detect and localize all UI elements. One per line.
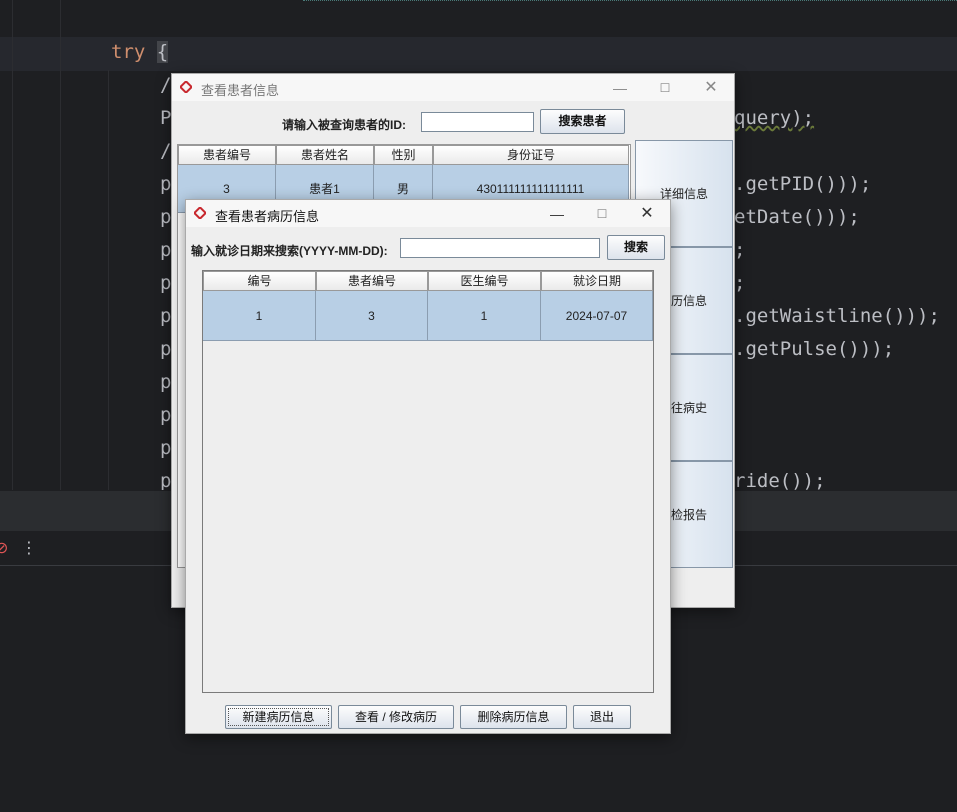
close-icon[interactable]: ✕ [633,204,661,224]
minimize-icon[interactable]: — [606,78,634,98]
exit-button[interactable]: 退出 [573,705,631,729]
code-line-tail: ; [734,239,746,261]
code-line: p [160,272,172,294]
title-bar[interactable]: 查看患者信息 — ☐ ✕ [172,74,734,101]
app-logo-icon [194,207,206,219]
code-line: p [160,437,172,459]
title-bar[interactable]: 查看患者病历信息 — ☐ ✕ [186,200,670,227]
delete-record-button[interactable]: 删除病历信息 [460,705,567,729]
indent-guide [12,0,13,490]
visit-date-label: 输入就诊日期来搜索(YYYY-MM-DD): [191,244,388,258]
medical-record-table[interactable]: 编号 患者编号 医生编号 就诊日期 1 3 1 2024-07-07 [202,270,654,693]
window-title: 查看患者病历信息 [215,209,320,224]
code-line-tail: etDate())); [734,206,860,228]
code-line-tail: ; [734,272,746,294]
minimize-icon[interactable]: — [543,204,571,224]
column-header[interactable]: 医生编号 [428,271,541,291]
table-cell[interactable]: 3 [316,291,428,341]
table-cell[interactable]: 1 [428,291,541,341]
code-line-tail: .getWaistline())); [734,305,940,327]
no-entry-icon[interactable]: ⊘ [0,538,8,557]
code-line: p [160,338,172,360]
code-line-tail: query); [734,107,815,129]
maximize-icon[interactable]: ☐ [651,78,679,98]
code-line: p [160,404,172,426]
column-header[interactable]: 患者编号 [178,145,276,165]
editor-top-separator [303,0,957,3]
table-cell[interactable]: 2024-07-07 [541,291,653,341]
code-line: p [160,239,172,261]
column-header[interactable]: 患者编号 [316,271,428,291]
code-line: p [160,173,172,195]
app-logo-icon [180,81,192,93]
visit-date-input[interactable] [400,238,600,258]
column-header[interactable]: 身份证号 [433,145,629,165]
window-title: 查看患者信息 [201,83,280,98]
code-line-tail: .getPID())); [734,173,872,195]
code-line: p [160,470,172,492]
more-vertical-icon[interactable]: ⋮ [21,538,37,557]
patient-id-input[interactable] [421,112,534,132]
patient-id-label: 请输入被查询患者的ID: [282,118,406,132]
new-record-button[interactable]: 新建病历信息 [225,705,332,729]
column-header[interactable]: 患者姓名 [276,145,374,165]
code-line-tail: .getPulse())); [734,338,895,360]
indent-guide [60,0,61,490]
brace: { [156,41,169,63]
code-line: p [160,305,172,327]
search-patient-button[interactable]: 搜索患者 [540,109,625,134]
medical-record-window: 查看患者病历信息 — ☐ ✕ 输入就诊日期来搜索(YYYY-MM-DD): 搜索… [185,199,671,734]
maximize-icon[interactable]: ☐ [588,204,616,224]
code-line: / [160,140,172,162]
close-icon[interactable]: ✕ [697,78,725,98]
column-header[interactable]: 就诊日期 [541,271,653,291]
keyword-try: try [111,41,157,63]
indent-guide [108,70,109,490]
column-header[interactable]: 性别 [374,145,433,165]
column-header[interactable]: 编号 [203,271,316,291]
view-edit-record-button[interactable]: 查看 / 修改病历 [338,705,454,729]
search-button[interactable]: 搜索 [607,235,665,260]
code-line-try: try { [111,41,169,63]
code-line: P [160,107,172,129]
table-cell[interactable]: 1 [203,291,316,341]
code-line-tail: ride()); [734,470,826,492]
code-line: p [160,371,172,393]
code-line: p [160,206,172,228]
code-line: / [160,74,172,96]
